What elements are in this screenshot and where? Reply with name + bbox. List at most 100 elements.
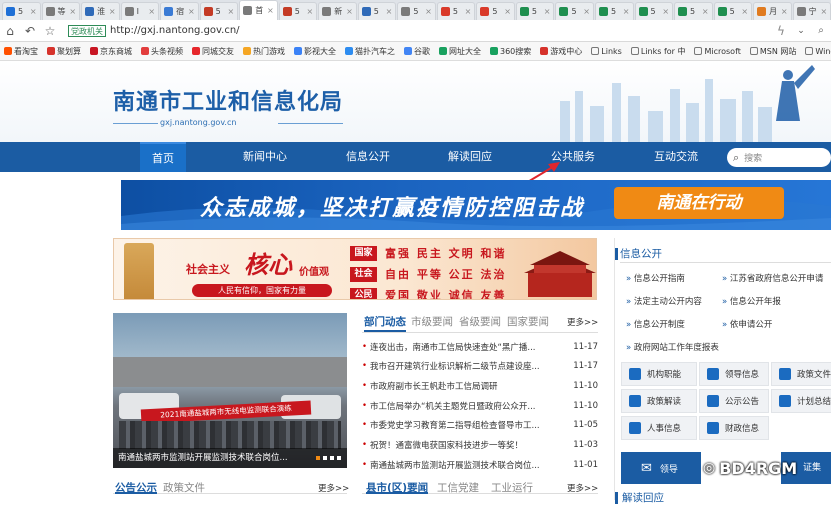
- bookmark-item[interactable]: 头条视频: [141, 46, 183, 57]
- close-icon[interactable]: ×: [188, 7, 195, 16]
- browser-tab[interactable]: 新 ×: [318, 2, 357, 20]
- news-item[interactable]: • 连夜出击，南通市工信局快速查处“黑广播... 11-17: [362, 337, 598, 356]
- notices-more-link[interactable]: 更多>>: [318, 482, 349, 494]
- browser-tab[interactable]: 首 ×: [239, 0, 278, 20]
- close-icon[interactable]: ×: [820, 7, 827, 16]
- btn-finance[interactable]: 财政信息: [699, 416, 769, 440]
- site-title[interactable]: 南通市工业和信息化局: [113, 84, 343, 116]
- btn-leaders[interactable]: 领导信息: [699, 362, 769, 386]
- link-site-report[interactable]: 政府网站工作年度报表: [626, 341, 719, 353]
- nav-interaction[interactable]: 互动交流: [642, 142, 710, 172]
- url-field[interactable]: 党政机关 http://gxj.nantong.gov.cn/: [68, 23, 771, 39]
- link-annual-report[interactable]: 信息公开年报: [722, 295, 781, 307]
- site-search-input[interactable]: ⌕ 搜索: [727, 148, 831, 167]
- browser-tab[interactable]: 5 ×: [634, 2, 674, 20]
- news-title[interactable]: 市工信局举办“机关主题党日暨政府公众开...: [370, 400, 568, 412]
- link-info-rules[interactable]: 信息公开制度: [626, 318, 685, 330]
- slider-dots[interactable]: [316, 456, 341, 460]
- bookmark-item[interactable]: 京东商城: [90, 46, 132, 57]
- close-icon[interactable]: ×: [69, 7, 76, 16]
- btn-personnel[interactable]: 人事信息: [621, 416, 697, 440]
- close-icon[interactable]: ×: [30, 7, 37, 16]
- browser-tab[interactable]: 5 ×: [199, 2, 239, 20]
- news-title[interactable]: 南通盐城两市监测站开展监测技术联合岗位...: [370, 459, 568, 471]
- news-title[interactable]: 市政府副市长王帆赴市工信局调研: [370, 380, 568, 392]
- info-open-title[interactable]: 信息公开: [620, 246, 662, 261]
- news-title[interactable]: 市委党史学习教育第二指导组检查督导市工...: [370, 419, 568, 431]
- bookmark-item[interactable]: 看淘宝: [4, 46, 38, 57]
- slider-dot[interactable]: [330, 456, 334, 460]
- close-icon[interactable]: ×: [702, 7, 709, 16]
- news-title[interactable]: 祝贺！通富微电获国家科技进步一等奖！: [370, 439, 568, 451]
- bookmark-item[interactable]: 谷歌: [404, 46, 430, 57]
- close-icon[interactable]: ×: [544, 7, 551, 16]
- browser-tab[interactable]: 5 ×: [594, 2, 634, 20]
- browser-tab[interactable]: 5 ×: [278, 2, 318, 20]
- browser-tab[interactable]: Ⅰ ×: [120, 2, 160, 20]
- close-icon[interactable]: ×: [307, 7, 314, 16]
- news-photo-slider[interactable]: 2021南通盐城两市无线电监测联合演练: [113, 313, 347, 468]
- bookmark-item[interactable]: Microsoft: [694, 47, 741, 56]
- search-icon[interactable]: ⌕: [811, 21, 831, 41]
- nav-news[interactable]: 新闻中心: [231, 142, 299, 172]
- news-item[interactable]: • 我市召开建筑行业标识解析二级节点建设座... 11-17: [362, 357, 598, 376]
- bookmark-item[interactable]: Links: [591, 47, 622, 56]
- browser-tab[interactable]: 5 ×: [674, 2, 713, 20]
- bookmark-item[interactable]: Links for 中: [630, 46, 685, 57]
- bookmark-item[interactable]: 360搜索: [490, 46, 531, 57]
- interpret-title[interactable]: 解读回应: [622, 490, 664, 505]
- close-icon[interactable]: ×: [148, 7, 155, 16]
- close-icon[interactable]: ×: [267, 6, 274, 15]
- bookmark-item[interactable]: 游戏中心: [540, 46, 582, 57]
- news-item[interactable]: • 市政府副市长王帆赴市工信局调研 11-10: [362, 376, 598, 395]
- browser-tab[interactable]: 宿 ×: [160, 2, 199, 20]
- tab-notices[interactable]: 公告公示: [115, 480, 157, 494]
- news-item[interactable]: • 南通盐城两市监测站开展监测技术联合岗位... 11-01: [362, 455, 598, 474]
- news-item[interactable]: • 市委党史学习教育第二指导组检查督导市工... 11-05: [362, 416, 598, 435]
- tab-party-building[interactable]: 工信党建: [437, 480, 479, 495]
- close-icon[interactable]: ×: [386, 7, 393, 16]
- browser-tab[interactable]: 月 ×: [753, 2, 792, 20]
- btn-org-functions[interactable]: 机构职能: [621, 362, 697, 386]
- close-icon[interactable]: ×: [346, 7, 353, 16]
- close-icon[interactable]: ×: [781, 7, 788, 16]
- close-icon[interactable]: ×: [504, 7, 511, 16]
- slider-dot[interactable]: [337, 456, 341, 460]
- news-title[interactable]: 连夜出击，南通市工信局快速查处“黑广播...: [370, 341, 568, 353]
- tab-national-news[interactable]: 国家要闻: [507, 314, 549, 329]
- news-item[interactable]: • 祝贺！通富微电获国家科技进步一等奖！ 11-03: [362, 436, 598, 455]
- close-icon[interactable]: ×: [662, 7, 669, 16]
- bookmark-item[interactable]: MSN 网站: [749, 46, 796, 57]
- browser-tab[interactable]: 5 ×: [515, 2, 555, 20]
- browser-tab[interactable]: 宁 ×: [792, 2, 831, 20]
- btn-announcements[interactable]: 公示公告: [699, 389, 769, 413]
- news-item[interactable]: • 市工信局举办“机关主题党日暨政府公众开... 11-10: [362, 396, 598, 415]
- leader-mailbox-button[interactable]: ✉ 领导: [621, 452, 701, 484]
- bookmark-item[interactable]: 聚划算: [47, 46, 81, 57]
- browser-tab[interactable]: 5 ×: [476, 2, 515, 20]
- bolt-icon[interactable]: ϟ: [771, 21, 791, 41]
- browser-tab[interactable]: 5 ×: [436, 2, 476, 20]
- close-icon[interactable]: ×: [425, 7, 432, 16]
- close-icon[interactable]: ×: [583, 7, 590, 16]
- nav-home[interactable]: 首页: [140, 142, 186, 172]
- bookmark-item[interactable]: 影视大全: [294, 46, 336, 57]
- slider-dot[interactable]: [323, 456, 327, 460]
- browser-tab[interactable]: 5 ×: [357, 2, 397, 20]
- browser-tab[interactable]: 5 ×: [713, 2, 753, 20]
- browser-tab[interactable]: 淮 ×: [81, 2, 120, 20]
- slider-dot-active[interactable]: [316, 456, 320, 460]
- close-icon[interactable]: ×: [465, 7, 472, 16]
- browser-tab[interactable]: 5 ×: [2, 2, 41, 20]
- core-values-banner[interactable]: 社会主义 核心 价值观 人民有信仰，国家有力量 国家 富强 民主 文明 和谐 社…: [113, 238, 597, 300]
- tab-county-news[interactable]: 县市(区)要闻: [366, 480, 429, 494]
- btn-plans[interactable]: 计划总结: [771, 389, 831, 413]
- back-icon[interactable]: ↶: [20, 21, 40, 41]
- nav-info-open[interactable]: 信息公开: [334, 142, 402, 172]
- tab-city-news[interactable]: 市级要闻: [411, 314, 453, 329]
- link-apply-open[interactable]: 依申请公开: [722, 318, 773, 330]
- county-more-link[interactable]: 更多>>: [567, 482, 598, 494]
- tab-dept-news[interactable]: 部门动态: [364, 314, 406, 332]
- browser-tab[interactable]: 5 ×: [397, 2, 436, 20]
- close-icon[interactable]: ×: [227, 7, 234, 16]
